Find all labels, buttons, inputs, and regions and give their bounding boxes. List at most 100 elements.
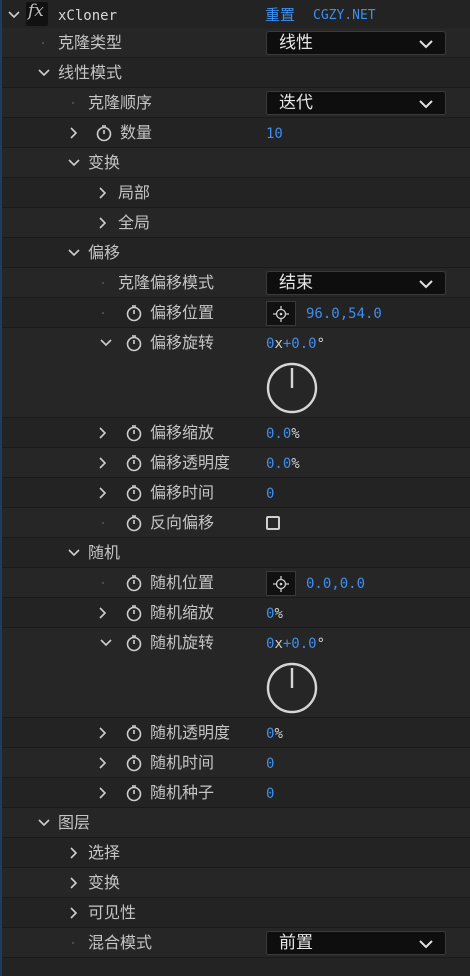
unit: % [274,726,283,742]
rotation-degrees: +0.0 [282,336,317,352]
effect-header-row[interactable]: fx xCloner 重置 CGZY.NET [0,0,470,30]
chevron-down-icon[interactable] [66,538,82,568]
dropdown-value: 迭代 [279,93,313,113]
chevron-down-icon [419,940,433,949]
panel-left-border [0,0,2,976]
watermark-text: CGZY.NET [313,8,376,23]
fx-icon[interactable]: fx [26,1,48,26]
offset-position-row: 偏移位置 96.0,54.0 [0,298,470,328]
select-row[interactable]: 选择 [0,838,470,868]
count-row: 数量 10 [0,118,470,148]
chevron-right-icon[interactable] [95,718,111,748]
chevron-right-icon[interactable] [95,778,111,808]
random-scale-value[interactable]: 0% [266,598,283,628]
random-position-value[interactable]: 0.0,0.0 [306,568,365,598]
chevron-right-icon[interactable] [95,418,111,448]
chevron-down-icon[interactable] [36,58,52,88]
stopwatch-icon[interactable] [125,724,143,742]
random-seed-row: 随机种子 0 [0,778,470,808]
chevron-down-icon[interactable] [66,148,82,178]
dot-icon [42,42,44,44]
stopwatch-icon[interactable] [125,334,143,352]
chevron-right-icon[interactable] [95,448,111,478]
clone-offset-mode-label: 克隆偏移模式 [118,273,215,292]
offset-opacity-value[interactable]: 0.0% [266,448,300,478]
chevron-down-icon[interactable] [6,0,22,30]
reverse-offset-row: 反向偏移 [0,508,470,538]
chevron-right-icon[interactable] [95,208,111,238]
degree-symbol: ° [316,636,326,652]
clone-order-dropdown[interactable]: 迭代 [266,91,446,115]
reverse-offset-checkbox[interactable] [266,516,280,530]
stopwatch-icon[interactable] [125,454,143,472]
offset-scale-row: 偏移缩放 0.0% [0,418,470,448]
random-opacity-value[interactable]: 0% [266,718,283,748]
clone-type-dropdown[interactable]: 线性 [266,31,446,55]
random-rotation-value[interactable]: 0x+0.0° [266,628,325,658]
chevron-down-icon[interactable] [98,628,114,658]
random-position-label: 随机位置 [150,573,215,592]
rotation-dial[interactable] [266,362,318,414]
clone-type-row: 克隆类型 线性 [0,28,470,58]
linear-mode-label: 线性模式 [58,63,123,82]
count-value[interactable]: 10 [266,118,283,148]
crosshair-icon[interactable] [266,571,296,596]
random-seed-value[interactable]: 0 [266,778,274,808]
linear-mode-row[interactable]: 线性模式 [0,58,470,88]
stopwatch-icon[interactable] [125,574,143,592]
reset-button[interactable]: 重置 [265,0,295,30]
chevron-right-icon[interactable] [95,178,111,208]
dot-icon [102,312,104,314]
offset-scale-label: 偏移缩放 [150,423,215,442]
random-seed-label: 随机种子 [150,783,215,802]
degree-symbol: ° [316,336,326,352]
offset-rotation-row: 偏移旋转 0x+0.0° [0,328,470,418]
chevron-right-icon[interactable] [66,118,82,148]
stopwatch-icon[interactable] [125,304,143,322]
dot-icon [72,102,74,104]
offset-time-value[interactable]: 0 [266,478,274,508]
count-label: 数量 [120,123,153,142]
stopwatch-icon[interactable] [125,484,143,502]
rotation-dial[interactable] [266,662,318,714]
blend-mode-dropdown[interactable]: 前置 [266,931,446,955]
visibility-label: 可见性 [88,903,137,922]
chevron-right-icon[interactable] [95,598,111,628]
global-row[interactable]: 全局 [0,208,470,238]
chevron-right-icon[interactable] [66,868,82,898]
stopwatch-icon[interactable] [125,424,143,442]
random-rotation-label: 随机旋转 [150,633,215,652]
crosshair-icon[interactable] [266,301,296,326]
clone-offset-mode-dropdown[interactable]: 结束 [266,271,446,295]
transform-row[interactable]: 变换 [0,148,470,178]
offset-time-row: 偏移时间 0 [0,478,470,508]
stopwatch-icon[interactable] [125,634,143,652]
chevron-right-icon[interactable] [66,898,82,928]
offset-row[interactable]: 偏移 [0,238,470,268]
chevron-down-icon[interactable] [98,328,114,358]
stopwatch-icon[interactable] [125,604,143,622]
number: 0.0 [266,456,292,472]
stopwatch-icon[interactable] [125,784,143,802]
chevron-right-icon[interactable] [66,838,82,868]
local-row[interactable]: 局部 [0,178,470,208]
offset-position-value[interactable]: 96.0,54.0 [306,298,382,328]
layer-label: 图层 [58,813,91,832]
chevron-right-icon[interactable] [95,478,111,508]
visibility-row[interactable]: 可见性 [0,898,470,928]
layer-row[interactable]: 图层 [0,808,470,838]
random-row[interactable]: 随机 [0,538,470,568]
chevron-right-icon[interactable] [95,748,111,778]
offset-rotation-label: 偏移旋转 [150,333,215,352]
offset-rotation-value[interactable]: 0x+0.0° [266,328,325,358]
offset-scale-value[interactable]: 0.0% [266,418,300,448]
chevron-down-icon[interactable] [66,238,82,268]
dot-icon [72,942,74,944]
stopwatch-icon[interactable] [125,754,143,772]
chevron-down-icon[interactable] [36,808,52,838]
stopwatch-icon[interactable] [125,514,143,532]
random-time-value[interactable]: 0 [266,748,274,778]
stopwatch-icon[interactable] [95,124,113,142]
select-label: 选择 [88,843,121,862]
layer-transform-row[interactable]: 变换 [0,868,470,898]
